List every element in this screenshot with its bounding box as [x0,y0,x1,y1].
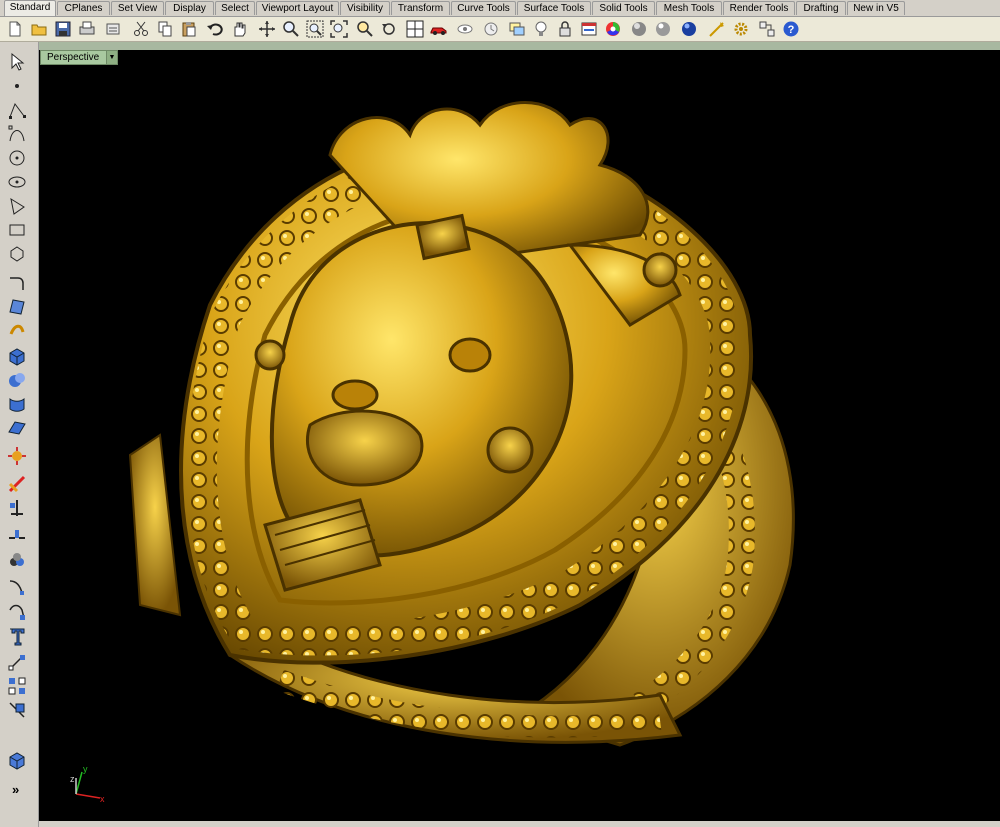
ellipse-icon[interactable] [7,172,27,192]
y-axis-label: y [83,764,88,774]
help-icon[interactable]: ? [782,20,800,38]
box-solid-icon[interactable] [7,346,27,366]
layer-icon[interactable] [508,20,526,38]
svg-text:?: ? [788,24,795,36]
zoom-window-icon[interactable] [306,20,324,38]
padlock-icon[interactable] [556,20,574,38]
pan-hand-icon[interactable] [230,20,248,38]
tab-new-in-v5[interactable]: New in V5 [847,1,905,15]
new-file-icon[interactable] [6,20,24,38]
loft-icon[interactable] [7,394,27,414]
move-icon[interactable] [7,652,27,672]
tab-standard[interactable]: Standard [4,0,56,16]
blend-icon[interactable] [7,524,27,544]
undo-view-icon[interactable] [380,20,398,38]
rectangle-icon[interactable] [7,220,27,240]
show-icon[interactable] [456,20,474,38]
circle-icon[interactable] [7,148,27,168]
open-folder-icon[interactable] [30,20,48,38]
offset-icon[interactable] [7,550,27,570]
rotate-view-icon[interactable] [258,20,276,38]
import-icon[interactable] [104,20,122,38]
explode-icon[interactable] [7,446,27,466]
four-viewports-icon[interactable] [406,20,424,38]
trim-icon[interactable] [7,474,27,494]
viewport-title: Perspective [47,52,100,63]
tab-set-view[interactable]: Set View [111,1,164,15]
polyline-icon[interactable] [7,100,27,120]
tab-viewport-layout[interactable]: Viewport Layout [256,1,339,15]
point-icon[interactable] [7,76,27,96]
tab-solid-tools[interactable]: Solid Tools [592,1,655,15]
light-bulb-icon[interactable] [532,20,550,38]
toolbar-layout-icon[interactable] [758,20,776,38]
tab-surface-tools[interactable]: Surface Tools [517,1,591,15]
globe-icon[interactable] [680,20,698,38]
viewport-menu-chevron-icon[interactable]: ▼ [106,51,117,64]
standard-toolbar: ? [0,17,1000,42]
offset-curve-icon[interactable] [7,576,27,596]
array-icon[interactable] [7,676,27,696]
viewport-title-tab[interactable]: Perspective ▼ [40,50,118,65]
fillet-curve-icon[interactable] [7,272,27,292]
split-icon[interactable] [7,498,27,518]
toolbar-tab-strip: Standard CPlanes Set View Display Select… [0,0,1000,17]
paste-icon[interactable] [180,20,198,38]
car-icon[interactable] [430,20,448,38]
lock-icon[interactable] [482,20,500,38]
copy-icon[interactable] [156,20,174,38]
tab-display[interactable]: Display [165,1,214,15]
boolean-icon[interactable] [7,370,27,390]
axes-gizmo: x y z [70,764,105,804]
tab-select[interactable]: Select [215,1,255,15]
polygon-icon[interactable] [7,196,27,216]
print-icon[interactable] [78,20,96,38]
viewport-header-strip [39,42,1000,50]
transform-icon[interactable] [7,700,27,720]
cut-icon[interactable] [132,20,150,38]
box-3d-icon[interactable] [7,750,27,770]
properties-icon[interactable] [580,20,598,38]
plane-surface-icon[interactable] [7,418,27,438]
surface-corner-icon[interactable] [7,296,27,316]
extrude-icon[interactable] [7,320,27,340]
main-tool-column: » [0,42,39,827]
tab-cplanes[interactable]: CPlanes [57,1,110,15]
more-tools-chevron[interactable]: » [12,782,19,797]
text-icon[interactable] [7,626,27,646]
tab-render-tools[interactable]: Render Tools [723,1,795,15]
zoom-extents-icon[interactable] [330,20,348,38]
tab-curve-tools[interactable]: Curve Tools [451,1,516,15]
color-wheel-icon[interactable] [604,20,622,38]
tab-transform[interactable]: Transform [391,1,450,15]
sphere-shaded-icon[interactable] [630,20,648,38]
render-icon[interactable] [708,20,726,38]
zoom-icon[interactable] [282,20,300,38]
curve-icon[interactable] [7,124,27,144]
zoom-selected-icon[interactable] [356,20,374,38]
save-icon[interactable] [54,20,72,38]
tab-mesh-tools[interactable]: Mesh Tools [656,1,722,15]
arc-icon[interactable] [7,244,27,264]
x-axis-label: x [100,794,105,804]
undo-icon[interactable] [206,20,224,38]
tab-visibility[interactable]: Visibility [340,1,390,15]
z-axis-label: z [70,774,75,784]
rebuild-icon[interactable] [7,602,27,622]
options-gear-icon[interactable] [732,20,750,38]
bottom-border [39,821,1000,827]
tab-drafting[interactable]: Drafting [796,1,846,15]
select-arrow-icon[interactable] [7,52,27,72]
gold-lion-ring-model[interactable] [100,95,830,750]
sphere-rendered-icon[interactable] [654,20,672,38]
